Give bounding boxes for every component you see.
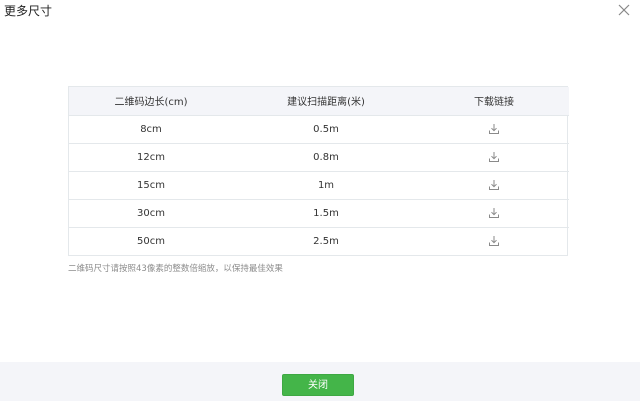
size-cell: 30cm xyxy=(137,207,165,219)
download-icon[interactable] xyxy=(488,123,500,135)
distance-cell: 2.5m xyxy=(313,235,339,247)
size-cell: 8cm xyxy=(140,123,162,135)
size-cell: 15cm xyxy=(137,179,165,191)
close-button[interactable]: 关闭 xyxy=(282,374,354,396)
header-distance: 建议扫描距离(米) xyxy=(287,97,365,109)
sizes-table: 二维码边长(cm) 建议扫描距离(米) 下载链接 8cm 0.5m 12cm 0.8m… xyxy=(68,86,569,256)
download-icon[interactable] xyxy=(488,151,500,163)
size-cell: 12cm xyxy=(137,151,165,163)
size-cell: 50cm xyxy=(137,235,165,247)
download-icon[interactable] xyxy=(488,235,500,247)
download-cell xyxy=(419,227,569,255)
distance-cell: 0.5m xyxy=(313,123,339,135)
download-cell xyxy=(419,143,569,171)
dialog-footer: 关闭 xyxy=(0,362,640,401)
table-row: 12cm 0.8m xyxy=(69,143,569,171)
distance-cell: 0.8m xyxy=(313,151,339,163)
close-icon[interactable] xyxy=(616,2,632,18)
download-cell xyxy=(419,199,569,227)
dialog-title: 更多尺寸 xyxy=(4,4,53,18)
table-header-row: 二维码边长(cm) 建议扫描距离(米) 下载链接 xyxy=(69,87,569,115)
download-cell xyxy=(419,171,569,199)
more-sizes-dialog: 更多尺寸 二维码边长(cm) 建议扫描距离(米) 下载链接 8cm 0.5m 1… xyxy=(0,0,640,401)
table-row: 30cm 1.5m xyxy=(69,199,569,227)
distance-cell: 1.5m xyxy=(313,207,339,219)
table-row: 15cm 1m xyxy=(69,171,569,199)
dialog-header: 更多尺寸 xyxy=(0,0,640,24)
distance-cell: 1m xyxy=(317,179,335,191)
header-size: 二维码边长(cm) xyxy=(114,97,188,109)
download-cell xyxy=(419,115,569,143)
header-download: 下载链接 xyxy=(474,97,514,109)
table-row: 50cm 2.5m xyxy=(69,227,569,255)
table-row: 8cm 0.5m xyxy=(69,115,569,143)
download-icon[interactable] xyxy=(488,179,500,191)
size-hint-note: 二维码尺寸请按照43像素的整数倍缩放，以保持最佳效果 xyxy=(68,264,283,274)
download-icon[interactable] xyxy=(488,207,500,219)
